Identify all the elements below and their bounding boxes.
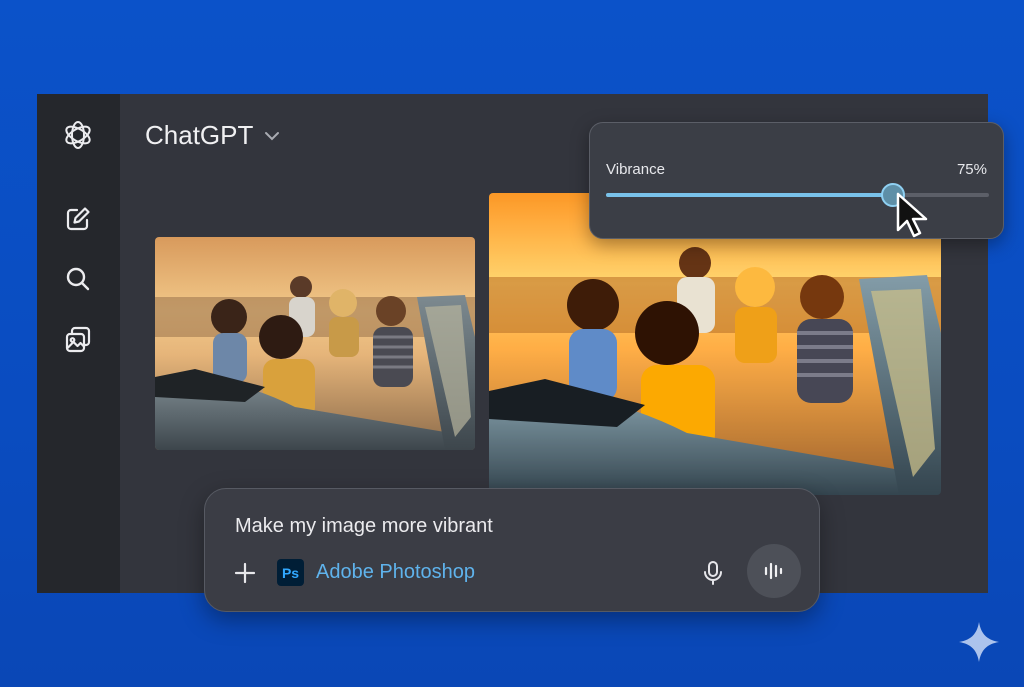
- sidebar: [37, 94, 120, 593]
- slider-fill: [606, 193, 894, 197]
- chevron-down-icon: [265, 131, 280, 140]
- waveform-icon: [764, 562, 783, 580]
- plus-icon: [234, 562, 256, 584]
- search-icon[interactable]: [59, 260, 97, 298]
- photoshop-label: Adobe Photoshop: [316, 561, 476, 583]
- vibrance-label: Vibrance: [606, 161, 665, 178]
- sparkle-icon: [959, 622, 999, 662]
- vibrance-value: 75%: [956, 161, 987, 178]
- page-title: ChatGPT: [145, 120, 254, 150]
- voice-mode-button[interactable]: [747, 544, 801, 598]
- new-chat-icon[interactable]: [59, 200, 97, 238]
- prompt-composer: Make my image more vibrant Ps Adobe Phot…: [204, 488, 820, 612]
- microphone-icon: [704, 561, 722, 585]
- openai-logo-icon[interactable]: [59, 116, 97, 154]
- prompt-input[interactable]: Make my image more vibrant: [235, 515, 493, 538]
- images-icon[interactable]: [59, 321, 97, 359]
- add-attachment-button[interactable]: [231, 559, 259, 587]
- mouse-pointer-icon: [896, 192, 928, 238]
- photoshop-logo-icon: Ps: [277, 559, 304, 586]
- vibrance-popover: Vibrance 75%: [589, 122, 1004, 239]
- microphone-button[interactable]: [699, 559, 727, 587]
- original-photo[interactable]: [155, 237, 475, 450]
- photoshop-app-chip[interactable]: Ps Adobe Photoshop: [277, 559, 475, 586]
- model-selector[interactable]: ChatGPT: [145, 120, 281, 151]
